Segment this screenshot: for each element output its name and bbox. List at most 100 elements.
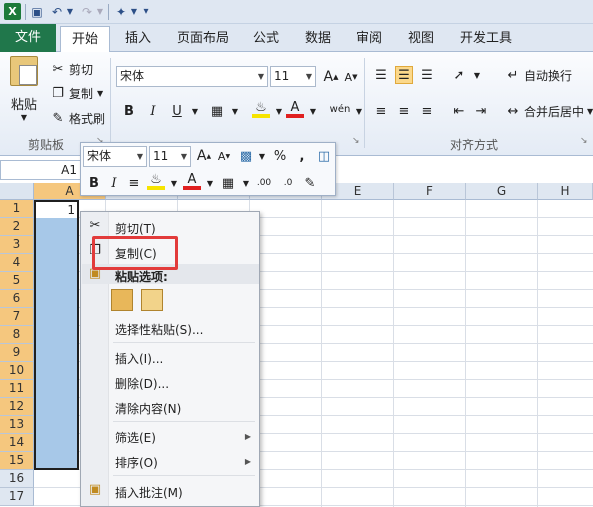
tab-insert[interactable]: 插入 (116, 26, 160, 52)
row-header[interactable]: 13 (0, 416, 34, 434)
row-header[interactable]: 10 (0, 362, 34, 380)
tab-view[interactable]: 视图 (399, 26, 443, 52)
customize-qat-icon[interactable]: ▾ (141, 3, 151, 20)
selected-range-a1-a15[interactable] (34, 200, 79, 470)
borders-icon[interactable]: ▦ (208, 102, 226, 120)
tab-review[interactable]: 审阅 (347, 26, 391, 52)
undo-icon[interactable]: ↶ (50, 3, 64, 20)
mini-format-dropdown-icon[interactable]: ▼ (253, 147, 271, 165)
menu-item-sort[interactable]: 排序(O) (115, 454, 158, 471)
row-header[interactable]: 14 (0, 434, 34, 452)
row-header[interactable]: 5 (0, 272, 34, 290)
orientation-dropdown-icon[interactable]: ▼ (468, 66, 486, 84)
mini-font-color-icon[interactable]: A (183, 172, 201, 190)
mini-fill-dropdown-icon[interactable]: ▼ (165, 174, 183, 192)
mini-size-combo[interactable]: 11 ▼ (149, 146, 191, 167)
menu-item-insert[interactable]: 插入(I)... (115, 350, 163, 367)
mini-format-painter-icon[interactable]: ✎ (301, 174, 319, 192)
row-header[interactable]: 3 (0, 236, 34, 254)
tab-formulas[interactable]: 公式 (244, 26, 288, 52)
mini-font-combo[interactable]: 宋体 ▼ (83, 146, 147, 167)
align-bottom-icon[interactable]: ☰ (418, 66, 436, 84)
mini-bold-icon[interactable]: B (85, 174, 103, 192)
phonetic-icon[interactable]: wén (328, 100, 352, 118)
row-header[interactable]: 2 (0, 218, 34, 236)
font-color-dropdown-icon[interactable]: ▼ (304, 102, 322, 120)
tools-icon[interactable]: ✦ (113, 3, 129, 20)
paste-button[interactable]: 粘贴 ▼ (8, 56, 40, 122)
menu-item-clear[interactable]: 清除内容(N) (115, 400, 181, 417)
borders-dropdown-icon[interactable]: ▼ (226, 102, 244, 120)
row-header[interactable]: 1 (0, 200, 34, 218)
menu-item-filter[interactable]: 筛选(E) (115, 429, 156, 446)
align-left-icon[interactable]: ≡ (372, 102, 390, 120)
mini-shrink-font-icon[interactable]: A ▼ (215, 147, 233, 165)
copy-button[interactable]: ❐ 复制 ▼ (50, 85, 103, 102)
bold-icon[interactable]: B (120, 102, 138, 120)
cell-a1[interactable]: 1 (36, 202, 77, 218)
italic-icon[interactable]: I (144, 102, 162, 120)
underline-icon[interactable]: U (168, 102, 186, 120)
paste-default-icon[interactable] (111, 289, 133, 311)
font-name-combo[interactable]: 宋体 ▼ (116, 66, 268, 87)
tab-page-layout[interactable]: 页面布局 (168, 26, 238, 52)
row-header[interactable]: 7 (0, 308, 34, 326)
alignment-launcher-icon[interactable]: ↘ (580, 136, 588, 146)
mini-borders-icon[interactable]: ▦ (219, 174, 237, 192)
phonetic-dropdown-icon[interactable]: ▼ (350, 102, 368, 120)
tab-file[interactable]: 文件 (0, 24, 56, 52)
decrease-decimal-icon[interactable]: .0 (277, 174, 299, 192)
redo-icon[interactable]: ↷ (80, 3, 94, 20)
menu-item-insert-comment[interactable]: 插入批注(M) (115, 484, 183, 501)
tab-home[interactable]: 开始 (60, 26, 110, 53)
menu-item-paste-special[interactable]: 选择性粘贴(S)... (115, 321, 203, 338)
paste-values-icon[interactable] (141, 289, 163, 311)
row-header[interactable]: 6 (0, 290, 34, 308)
row-header[interactable]: 11 (0, 380, 34, 398)
comma-style-icon[interactable]: , (293, 147, 311, 165)
mini-grow-font-icon[interactable]: A ▲ (195, 147, 213, 165)
mini-fill-color-icon[interactable]: ♨ (147, 172, 165, 190)
redo-dropdown-icon[interactable]: ▼ (96, 3, 104, 20)
mini-font-color-dropdown-icon[interactable]: ▼ (201, 174, 219, 192)
increase-decimal-icon[interactable]: .00 (253, 174, 275, 192)
row-header[interactable]: 16 (0, 470, 34, 488)
font-launcher-icon[interactable]: ↘ (352, 136, 360, 146)
percent-style-icon[interactable]: % (271, 147, 289, 165)
align-top-icon[interactable]: ☰ (372, 66, 390, 84)
increase-indent-icon[interactable]: ⇥ (472, 102, 490, 120)
name-box[interactable]: A1 (0, 160, 84, 180)
row-header[interactable]: 15 (0, 452, 34, 470)
wrap-text-button[interactable]: ↵ 自动换行 (505, 67, 572, 84)
select-all-corner[interactable] (0, 183, 34, 200)
tools-dropdown-icon[interactable]: ▼ (130, 3, 138, 20)
cut-button[interactable]: ✂ 剪切 (50, 61, 93, 78)
mini-center-icon[interactable]: ≡ (125, 174, 143, 192)
undo-dropdown-icon[interactable]: ▼ (66, 3, 74, 20)
align-center-icon[interactable]: ≡ (395, 102, 413, 120)
row-header[interactable]: 4 (0, 254, 34, 272)
tab-developer[interactable]: 开发工具 (451, 26, 521, 52)
font-size-combo[interactable]: 11 ▼ (270, 66, 316, 87)
column-header-g[interactable]: G (466, 183, 538, 200)
row-header[interactable]: 17 (0, 488, 34, 506)
mini-italic-icon[interactable]: I (105, 174, 123, 192)
row-header[interactable]: 8 (0, 326, 34, 344)
orientation-icon[interactable]: ➚ (450, 66, 468, 84)
merge-cells-icon[interactable]: ◫ (315, 147, 333, 165)
merge-center-button[interactable]: ↔ 合并后居中 ▼ (505, 103, 593, 120)
column-header-f[interactable]: F (394, 183, 466, 200)
column-header-h[interactable]: H (538, 183, 593, 200)
menu-item-cut[interactable]: 剪切(T) (115, 220, 156, 237)
save-icon[interactable]: ▣ (30, 3, 44, 20)
align-middle-icon[interactable]: ☰ (395, 66, 413, 84)
shrink-font-icon[interactable]: A ▼ (342, 68, 360, 86)
format-painter-button[interactable]: ✎ 格式刷 (50, 110, 105, 127)
grow-font-icon[interactable]: A ▲ (322, 68, 340, 86)
font-color-icon[interactable]: A (286, 100, 304, 118)
align-right-icon[interactable]: ≡ (418, 102, 436, 120)
tab-data[interactable]: 数据 (296, 26, 340, 52)
decrease-indent-icon[interactable]: ⇤ (450, 102, 468, 120)
row-header[interactable]: 9 (0, 344, 34, 362)
fill-color-icon[interactable]: ♨ (252, 100, 270, 118)
